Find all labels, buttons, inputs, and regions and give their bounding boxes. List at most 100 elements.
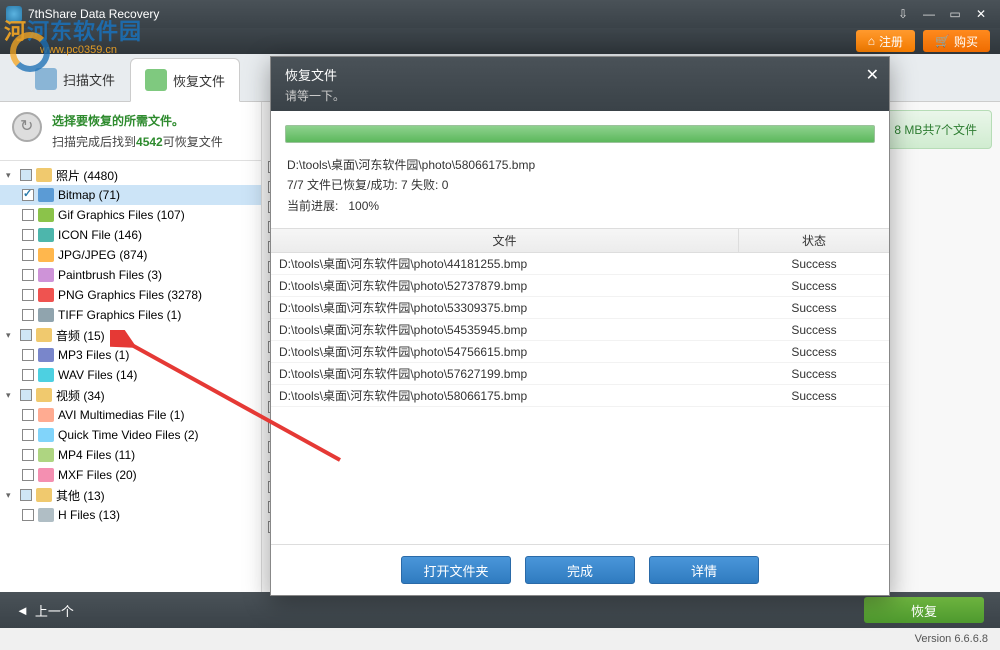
minimize-button[interactable]: — (916, 3, 942, 25)
checkbox[interactable] (22, 509, 34, 521)
table-row[interactable]: D:\tools\桌面\河东软件园\photo\52737879.bmpSucc… (271, 275, 889, 297)
open-folder-button[interactable]: 打开文件夹 (401, 556, 511, 584)
tree-item[interactable]: MP4 Files (11) (0, 445, 261, 465)
cell-file: D:\tools\桌面\河东软件园\photo\58066175.bmp (271, 385, 739, 406)
tree-category[interactable]: ▾音频 (15) (0, 325, 261, 345)
checkbox[interactable] (22, 349, 34, 361)
checkbox[interactable] (20, 329, 32, 341)
tree-item[interactable]: AVI Multimedias File (1) (0, 405, 261, 425)
tree-category[interactable]: ▾视频 (34) (0, 385, 261, 405)
tree-item[interactable]: Paintbrush Files (3) (0, 265, 261, 285)
file-type-icon (38, 448, 54, 462)
file-type-icon (38, 308, 54, 322)
table-row[interactable]: D:\tools\桌面\河东软件园\photo\57627199.bmpSucc… (271, 363, 889, 385)
checkbox[interactable] (20, 489, 32, 501)
checkbox[interactable] (22, 469, 34, 481)
file-type-icon (38, 188, 54, 202)
tab-scan[interactable]: 扫描文件 (20, 57, 130, 101)
tree-label: 音频 (15) (56, 327, 105, 344)
checkbox[interactable] (22, 189, 34, 201)
toolbar: ⌂ 注册 🛒 购买 (0, 28, 1000, 54)
tree-item[interactable]: TIFF Graphics Files (1) (0, 305, 261, 325)
tree-label: MXF Files (20) (58, 468, 137, 482)
checkbox[interactable] (22, 309, 34, 321)
checkbox[interactable] (22, 449, 34, 461)
checkbox[interactable] (22, 209, 34, 221)
dialog-close-button[interactable]: ✕ (866, 65, 879, 85)
tree-label: 其他 (13) (56, 487, 105, 504)
file-type-icon (38, 428, 54, 442)
checkbox[interactable] (20, 169, 32, 181)
back-button[interactable]: ◄ 上一个 (16, 601, 74, 620)
file-type-icon (38, 268, 54, 282)
buy-label: 购买 (954, 33, 978, 50)
titlebar: 7thShare Data Recovery ⇩ — ▭ ✕ (0, 0, 1000, 28)
result-grid[interactable]: 文件 状态 D:\tools\桌面\河东软件园\photo\44181255.b… (271, 228, 889, 545)
detail-button[interactable]: 详情 (649, 556, 759, 584)
checkbox[interactable] (22, 429, 34, 441)
folder-icon (36, 328, 52, 342)
folder-icon (36, 388, 52, 402)
tree-item[interactable]: MXF Files (20) (0, 465, 261, 485)
tip-panel: 选择要恢复的所需文件。 扫描完成后找到4542可恢复文件 (0, 102, 261, 161)
folder-icon (36, 488, 52, 502)
tree-item[interactable]: WAV Files (14) (0, 365, 261, 385)
tree-category[interactable]: ▾照片 (4480) (0, 165, 261, 185)
table-row[interactable]: D:\tools\桌面\河东软件园\photo\54535945.bmpSucc… (271, 319, 889, 341)
checkbox[interactable] (20, 389, 32, 401)
table-row[interactable]: D:\tools\桌面\河东软件园\photo\54756615.bmpSucc… (271, 341, 889, 363)
progress-bar (285, 125, 875, 143)
close-button[interactable]: ✕ (968, 3, 994, 25)
tree-item[interactable]: H Files (13) (0, 505, 261, 525)
tree-label: H Files (13) (58, 508, 120, 522)
tip-line2: 扫描完成后找到4542可恢复文件 (52, 133, 223, 150)
cell-status: Success (739, 319, 889, 340)
tree-label: MP3 Files (1) (58, 348, 129, 362)
tree-label: AVI Multimedias File (1) (58, 408, 184, 422)
register-button[interactable]: ⌂ 注册 (856, 30, 915, 52)
cell-status: Success (739, 275, 889, 296)
cell-file: D:\tools\桌面\河东软件园\photo\57627199.bmp (271, 363, 739, 384)
tree-label: WAV Files (14) (58, 368, 137, 382)
checkbox[interactable] (22, 289, 34, 301)
tree-item[interactable]: Bitmap (71) (0, 185, 261, 205)
cell-file: D:\tools\桌面\河东软件园\photo\54756615.bmp (271, 341, 739, 362)
file-type-icon (38, 408, 54, 422)
app-logo-icon (6, 6, 22, 22)
table-row[interactable]: D:\tools\桌面\河东软件园\photo\58066175.bmpSucc… (271, 385, 889, 407)
file-tree[interactable]: ▾照片 (4480)Bitmap (71)Gif Graphics Files … (0, 161, 261, 592)
checkbox[interactable] (22, 229, 34, 241)
cell-status: Success (739, 385, 889, 406)
checkbox[interactable] (22, 369, 34, 381)
tree-category[interactable]: ▾其他 (13) (0, 485, 261, 505)
folder-icon (36, 168, 52, 182)
cell-file: D:\tools\桌面\河东软件园\photo\52737879.bmp (271, 275, 739, 296)
buy-button[interactable]: 🛒 购买 (923, 30, 990, 52)
table-row[interactable]: D:\tools\桌面\河东软件园\photo\44181255.bmpSucc… (271, 253, 889, 275)
cell-status: Success (739, 363, 889, 384)
tree-item[interactable]: PNG Graphics Files (3278) (0, 285, 261, 305)
file-type-icon (38, 468, 54, 482)
cell-file: D:\tools\桌面\河东软件园\photo\44181255.bmp (271, 253, 739, 274)
table-row[interactable]: D:\tools\桌面\河东软件园\photo\53309375.bmpSucc… (271, 297, 889, 319)
tree-item[interactable]: MP3 Files (1) (0, 345, 261, 365)
tree-item[interactable]: Gif Graphics Files (107) (0, 205, 261, 225)
maximize-button[interactable]: ▭ (942, 3, 968, 25)
cart-icon: 🛒 (935, 34, 950, 48)
checkbox[interactable] (22, 269, 34, 281)
done-button[interactable]: 完成 (525, 556, 635, 584)
tree-item[interactable]: ICON File (146) (0, 225, 261, 245)
checkbox[interactable] (22, 249, 34, 261)
checkbox[interactable] (22, 409, 34, 421)
file-type-icon (38, 368, 54, 382)
tree-label: 视频 (34) (56, 387, 105, 404)
dialog-title: 恢复文件 (285, 65, 875, 84)
tab-recover-label: 恢复文件 (173, 71, 225, 90)
download-icon[interactable]: ⇩ (890, 3, 916, 25)
tree-item[interactable]: Quick Time Video Files (2) (0, 425, 261, 445)
tree-item[interactable]: JPG/JPEG (874) (0, 245, 261, 265)
tab-recover[interactable]: 恢复文件 (130, 58, 240, 102)
file-type-icon (38, 288, 54, 302)
file-type-icon (38, 248, 54, 262)
recover-icon (145, 69, 167, 91)
